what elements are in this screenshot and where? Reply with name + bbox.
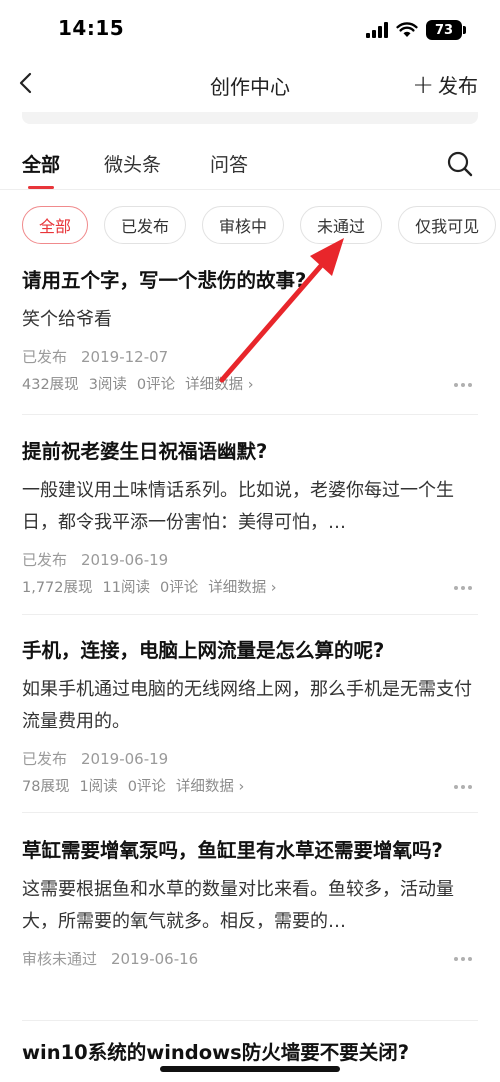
article-stats: 78展现 1阅读 0评论 详细数据 › (22, 776, 478, 798)
article-date: 2019-06-19 (81, 551, 169, 569)
article-status-line: 已发布 2019-06-19 (22, 549, 478, 571)
list-item[interactable]: 草缸需要增氧泵吗，鱼缸里有水草还需要增氧吗? 这需要根据鱼和水草的数量对比来看。… (22, 834, 478, 970)
article-title[interactable]: win10系统的windows防火墙要不要关闭? (22, 1036, 478, 1070)
article-reads: 11阅读 (102, 580, 150, 596)
active-tab-indicator (28, 186, 54, 189)
article-stats: 1,772展现 11阅读 0评论 详细数据 › (22, 577, 478, 599)
status-bar: 14:15 73 (0, 0, 500, 58)
detail-data-link[interactable]: 详细数据 › (176, 779, 244, 795)
plus-icon: + (412, 69, 434, 100)
tab-all[interactable]: 全部 (22, 150, 60, 177)
filter-published[interactable]: 已发布 (104, 206, 187, 244)
tab-weitoutiao[interactable]: 微头条 (104, 150, 161, 177)
article-comments: 0评论 (136, 377, 176, 393)
article-title[interactable]: 草缸需要增氧泵吗，鱼缸里有水草还需要增氧吗? (22, 834, 478, 868)
article-status: 已发布 (22, 551, 68, 569)
filter-all[interactable]: 全部 (22, 206, 89, 244)
article-status-line: 已发布 2019-12-07 (22, 346, 478, 368)
list-item[interactable]: 请用五个字，写一个悲伤的故事? 笑个给爷看 已发布 2019-12-07 432展… (22, 264, 478, 396)
article-reads: 1阅读 (79, 779, 118, 795)
list-item[interactable]: 提前祝老婆生日祝福语幽默? 一般建议用土味情话系列。比如说，老婆你每过一个生日，… (22, 435, 478, 599)
article-excerpt: 笑个给爷看 (22, 309, 112, 330)
more-options-icon[interactable] (454, 380, 478, 390)
list-item[interactable]: win10系统的windows防火墙要不要关闭? (22, 1036, 478, 1070)
more-options-icon[interactable] (454, 954, 478, 964)
divider (22, 414, 478, 415)
home-indicator (160, 1066, 340, 1072)
article-status: 已发布 (22, 348, 68, 366)
article-date: 2019-06-16 (111, 950, 199, 968)
article-stats: 432展现 3阅读 0评论 详细数据 › (22, 374, 478, 396)
article-excerpt: 如果手机通过电脑的无线网络上网，那么手机是无需支付流量费用的。 (22, 679, 472, 732)
tab-qa[interactable]: 问答 (210, 150, 248, 177)
article-views: 1,772展现 (22, 580, 93, 596)
article-comments: 0评论 (159, 580, 199, 596)
status-icons: 73 (366, 20, 466, 40)
detail-data-link[interactable]: 详细数据 › (185, 377, 253, 393)
article-reads: 3阅读 (88, 377, 127, 393)
status-time: 14:15 (58, 16, 125, 40)
divider (22, 1020, 478, 1021)
publish-label: 发布 (438, 74, 478, 98)
status-filter-row: 全部 已发布 审核中 未通过 仅我可见 (22, 206, 497, 244)
search-button[interactable] (446, 150, 474, 178)
article-status: 已发布 (22, 750, 68, 768)
article-excerpt: 一般建议用土味情话系列。比如说，老婆你每过一个生日，都令我平添一份害怕：美得可怕… (22, 480, 454, 533)
detail-data-link[interactable]: 详细数据 › (208, 580, 276, 596)
more-options-icon[interactable] (454, 782, 478, 792)
article-title[interactable]: 手机，连接，电脑上网流量是怎么算的呢? (22, 634, 478, 668)
more-options-icon[interactable] (454, 583, 478, 593)
divider (22, 812, 478, 813)
article-status: 审核未通过 (22, 950, 98, 968)
filter-private[interactable]: 仅我可见 (398, 206, 497, 244)
article-date: 2019-12-07 (81, 348, 169, 366)
article-status-line: 审核未通过 2019-06-16 (22, 948, 478, 970)
publish-button[interactable]: + 发布 (412, 70, 478, 99)
article-views: 78展现 (22, 779, 70, 795)
article-status-line: 已发布 2019-06-19 (22, 748, 478, 770)
article-title[interactable]: 请用五个字，写一个悲伤的故事? (22, 264, 478, 298)
filter-reviewing[interactable]: 审核中 (202, 206, 285, 244)
header-card-edge (22, 112, 478, 124)
article-excerpt: 这需要根据鱼和水草的数量对比来看。鱼较多，活动量大，所需要的氧气就多。相反，需要… (22, 879, 454, 932)
filter-rejected[interactable]: 未通过 (300, 206, 383, 244)
battery-indicator: 73 (426, 20, 466, 40)
article-title[interactable]: 提前祝老婆生日祝福语幽默? (22, 435, 478, 469)
cellular-signal-icon (366, 22, 388, 38)
list-item[interactable]: 手机，连接，电脑上网流量是怎么算的呢? 如果手机通过电脑的无线网络上网，那么手机… (22, 634, 478, 798)
divider (22, 614, 478, 615)
content-tab-bar: 全部 微头条 问答 (0, 136, 500, 190)
wifi-icon (396, 22, 418, 37)
article-date: 2019-06-19 (81, 750, 169, 768)
article-views: 432展现 (22, 377, 79, 393)
article-comments: 0评论 (127, 779, 166, 795)
nav-bar: 创作中心 + 发布 (0, 58, 500, 110)
search-icon (447, 151, 473, 177)
